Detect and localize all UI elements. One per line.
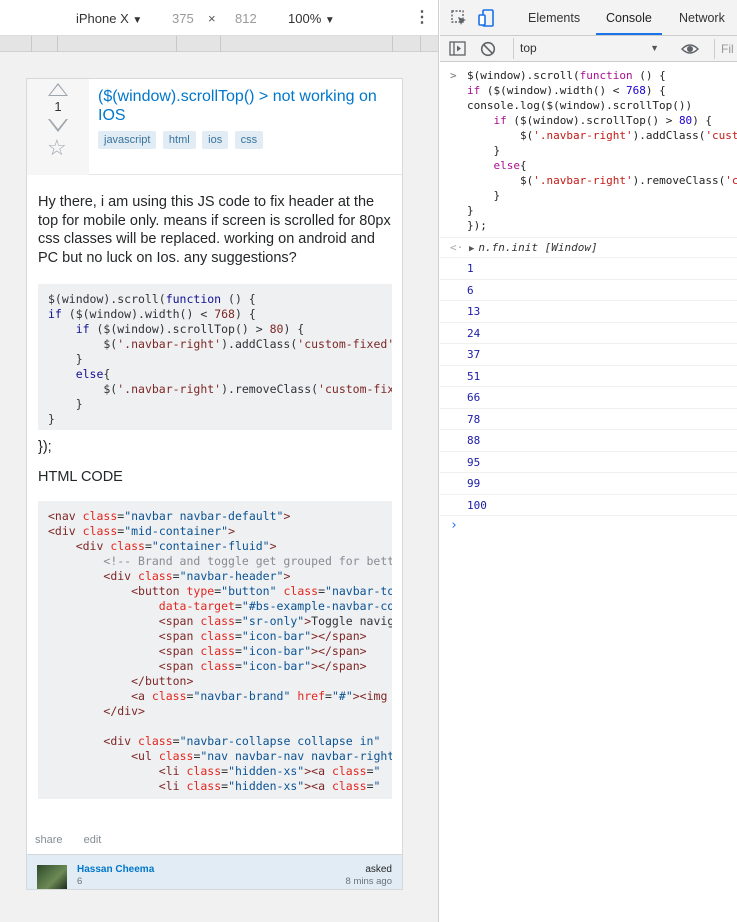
console-result[interactable]: <· ▶ n.fn.init [Window]: [440, 238, 737, 258]
zoom-select[interactable]: 100% ▼: [288, 11, 335, 26]
devtools-pane: Elements Console Network top ▼ Fil > $(wi…: [440, 0, 737, 922]
tab-console[interactable]: Console: [596, 0, 662, 35]
asked-label: asked: [365, 864, 392, 875]
media-query-ruler: [0, 36, 438, 52]
width-input[interactable]: 375: [172, 11, 194, 26]
device-toggle-icon[interactable]: [478, 9, 496, 27]
ruler-tick: [176, 36, 177, 52]
tag-css[interactable]: css: [234, 131, 264, 149]
vote-count: 1: [54, 99, 62, 114]
share-link[interactable]: share: [35, 834, 63, 846]
clear-console-icon[interactable]: [480, 41, 496, 57]
upvote-icon[interactable]: [48, 83, 68, 96]
sidebar-icon[interactable]: [449, 41, 466, 56]
js-code-block: $(window).scroll(function () { if ($(win…: [38, 284, 392, 430]
console-output: > $(window).scroll(function () { if ($(wi…: [440, 62, 737, 536]
filter-input[interactable]: Fil: [714, 39, 737, 59]
console-prompt[interactable]: ›: [440, 516, 737, 536]
console-input-entry: > $(window).scroll(function () { if ($(wi…: [440, 62, 737, 238]
device-emulation-pane: iPhone X ▼ 375 × 812 100% ▼ ⋮ 1 ☆ ($(win…: [0, 0, 439, 922]
console-log-line: 99: [440, 473, 737, 495]
downvote-icon[interactable]: [48, 119, 68, 132]
ruler-tick: [420, 36, 421, 52]
console-log-line: 1: [440, 258, 737, 280]
device-toolbar: iPhone X ▼ 375 × 812 100% ▼ ⋮: [0, 0, 438, 36]
ruler-tick: [220, 36, 221, 52]
ruler-tick: [31, 36, 32, 52]
console-log-line: 13: [440, 301, 737, 323]
more-vert-icon[interactable]: ⋮: [414, 7, 430, 27]
expand-triangle-icon[interactable]: ▶: [469, 244, 474, 254]
tab-network[interactable]: Network: [669, 0, 735, 35]
question-body: Hy there, i am using this JS code to fix…: [38, 194, 391, 266]
devtools-tab-bar: Elements Console Network: [440, 0, 737, 36]
avatar[interactable]: [37, 865, 67, 889]
height-input[interactable]: 812: [235, 11, 257, 26]
tag-javascript[interactable]: javascript: [98, 131, 157, 149]
chevron-down-icon: ▼: [132, 15, 143, 26]
console-log-line: 88: [440, 430, 737, 452]
console-log-line: 95: [440, 452, 737, 473]
emulated-page: 1 ☆ ($(window).scrollTop() > not working…: [26, 78, 403, 890]
asked-time: 8 mins ago: [345, 876, 392, 887]
user-name[interactable]: Hassan Cheema: [77, 864, 154, 875]
console-log-line: 100: [440, 495, 737, 516]
console-log-line: 37: [440, 344, 737, 366]
tag-list: javascript html ios css: [98, 130, 265, 149]
console-log-line: 78: [440, 409, 737, 430]
console-log-line: 24: [440, 323, 737, 344]
tag-html[interactable]: html: [162, 131, 196, 149]
html-code-block: <nav class="navbar navbar-default"> <div…: [38, 501, 392, 799]
device-name: iPhone X: [76, 11, 129, 26]
user-reputation: 6: [77, 876, 83, 887]
result-text: n.fn.init [Window]: [478, 241, 598, 254]
eye-icon[interactable]: [681, 41, 699, 57]
html-code-heading: HTML CODE: [38, 469, 123, 485]
chevron-down-icon: ▼: [650, 43, 659, 53]
owner-card: Hassan Cheema 6 asked 8 mins ago: [27, 854, 402, 889]
console-log-line: 66: [440, 387, 737, 409]
star-icon[interactable]: ☆: [47, 137, 67, 159]
edit-link[interactable]: edit: [84, 834, 102, 846]
inspect-icon[interactable]: [450, 9, 468, 27]
dimension-separator: ×: [208, 11, 216, 26]
context-value: top: [520, 41, 537, 55]
ruler-tick: [392, 36, 393, 52]
zoom-value: 100%: [288, 11, 322, 26]
console-log-line: 6: [440, 280, 737, 301]
ruler-tick: [57, 36, 58, 52]
question-header: 1 ☆ ($(window).scrollTop() > not working…: [27, 79, 402, 175]
code-closing-text: });: [38, 439, 52, 455]
tab-elements[interactable]: Elements: [518, 0, 590, 35]
result-arrow-icon: <·: [450, 241, 464, 254]
console-toolbar: top ▼ Fil: [440, 36, 737, 62]
console-log-line: 51: [440, 366, 737, 387]
input-prompt: >: [450, 69, 457, 82]
chevron-down-icon: ▼: [324, 15, 335, 26]
question-title[interactable]: ($(window).scrollTop() > not working on …: [98, 87, 393, 125]
tag-ios[interactable]: ios: [202, 131, 229, 149]
vote-column: 1 ☆: [27, 79, 89, 175]
device-select[interactable]: iPhone X ▼: [76, 11, 142, 26]
post-menu: share edit: [35, 834, 119, 846]
context-select[interactable]: top ▼: [513, 38, 665, 59]
